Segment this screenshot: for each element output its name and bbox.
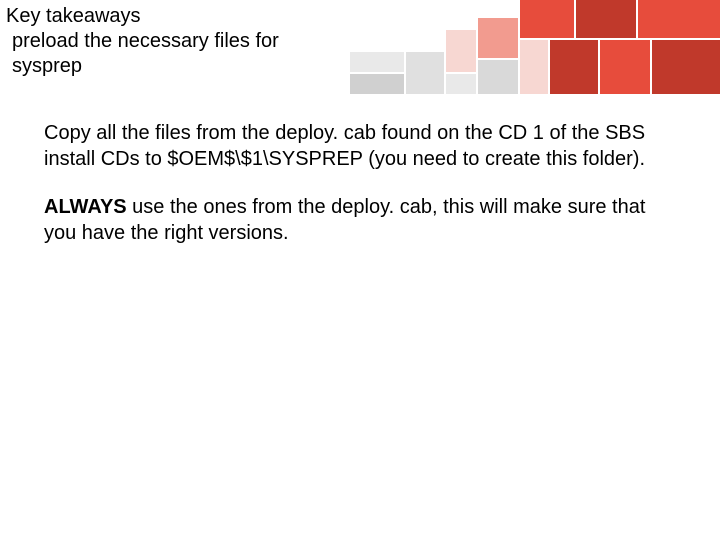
paragraph-2-rest: use the ones from the deploy. cab, this … (44, 196, 645, 244)
slide-header: Key takeaways preload the necessary file… (6, 4, 336, 79)
paragraph-2: ALWAYS use the ones from the deploy. cab… (44, 194, 664, 246)
emphasis-always: ALWAYS (44, 196, 127, 218)
decorative-squares (350, 0, 720, 100)
slide-subtitle: preload the necessary files for sysprep (6, 29, 336, 79)
paragraph-1: Copy all the files from the deploy. cab … (44, 120, 664, 172)
slide-title: Key takeaways (6, 4, 336, 29)
slide-body: Copy all the files from the deploy. cab … (44, 120, 664, 268)
